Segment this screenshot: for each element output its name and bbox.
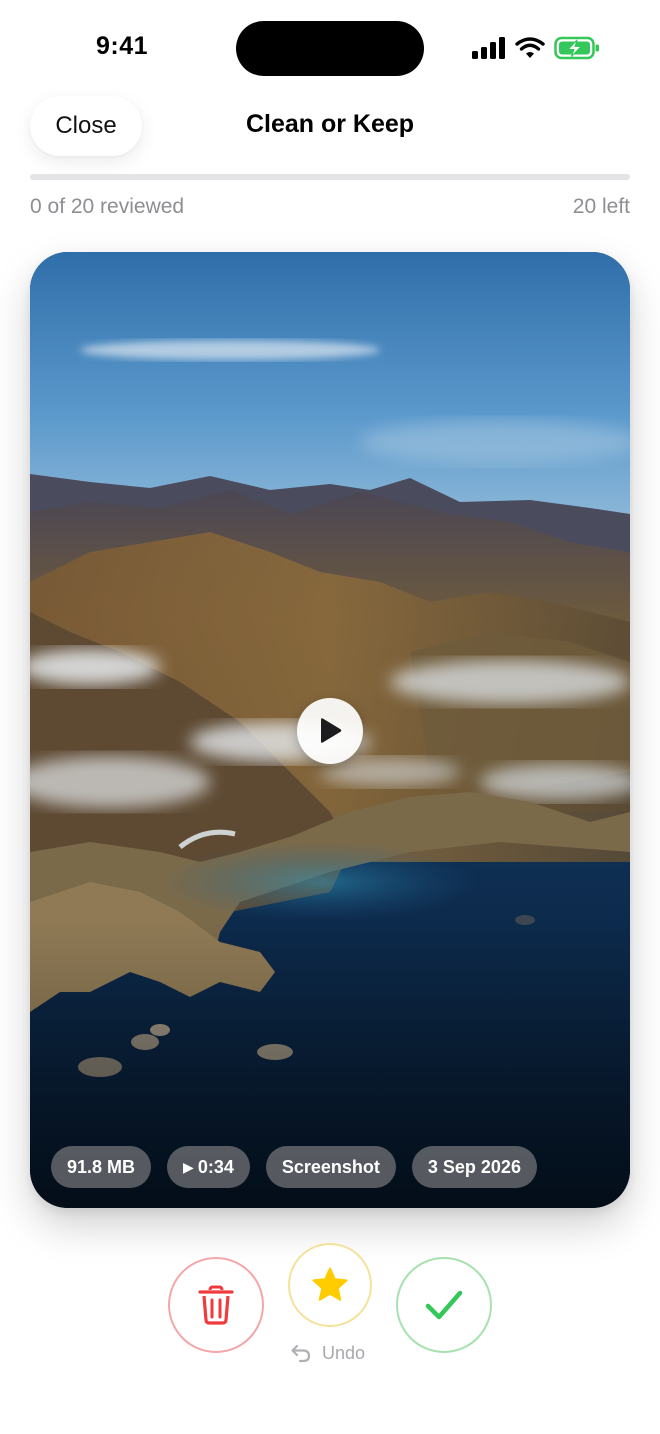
media-kind-tag: Screenshot bbox=[265, 1146, 396, 1188]
play-icon bbox=[321, 718, 342, 743]
media-card[interactable]: 91.8 MB ▶ 0:34 Screenshot 3 Sep 2026 bbox=[30, 252, 630, 1208]
status-icons bbox=[472, 34, 600, 62]
signal-icon bbox=[472, 37, 505, 59]
status-time: 9:41 bbox=[96, 32, 149, 60]
delete-button[interactable] bbox=[168, 1257, 264, 1353]
reviewed-count: 0 of 20 reviewed bbox=[30, 195, 185, 218]
duration-tag: ▶ 0:34 bbox=[167, 1146, 250, 1188]
wifi-icon bbox=[515, 37, 545, 58]
duration-play-glyph: ▶ bbox=[183, 1158, 194, 1175]
undo-label: Undo bbox=[322, 1342, 366, 1363]
undo-button[interactable]: Undo bbox=[290, 1340, 365, 1366]
file-size-tag: 91.8 MB bbox=[51, 1146, 152, 1188]
play-button[interactable] bbox=[297, 698, 363, 764]
page-title: Clean or Keep bbox=[245, 110, 415, 138]
checkmark-icon bbox=[425, 1290, 463, 1320]
review-progress-bar bbox=[30, 174, 630, 180]
duration-text: 0:34 bbox=[197, 1156, 234, 1177]
remaining-count: 20 left bbox=[572, 195, 630, 218]
battery-charging-icon bbox=[554, 36, 599, 60]
dynamic-island bbox=[236, 21, 424, 76]
star-icon bbox=[312, 1267, 348, 1301]
media-tags: 91.8 MB ▶ 0:34 Screenshot 3 Sep 2026 bbox=[51, 1146, 537, 1188]
undo-arrow-icon bbox=[291, 1344, 311, 1363]
keep-button[interactable] bbox=[396, 1257, 492, 1353]
favorite-button[interactable] bbox=[288, 1243, 372, 1327]
trash-icon bbox=[198, 1285, 234, 1325]
date-tag: 3 Sep 2026 bbox=[411, 1146, 537, 1188]
